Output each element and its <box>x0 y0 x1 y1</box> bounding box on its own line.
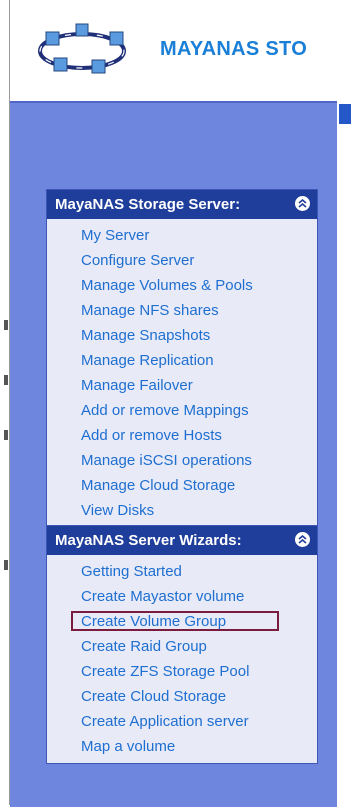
storage-server-menu-title: MayaNAS Storage Server: <box>55 196 241 213</box>
menu-item-create-application-server[interactable]: Create Application server <box>47 709 317 734</box>
edge-mark <box>4 320 8 330</box>
menu-item-map-a-volume[interactable]: Map a volume <box>47 734 317 759</box>
server-wizards-menu-list: Getting Started Create Mayastor volume C… <box>47 555 317 763</box>
menu-item-getting-started[interactable]: Getting Started <box>47 559 317 584</box>
edge-mark <box>4 430 8 440</box>
content-area-edge <box>337 101 351 805</box>
server-wizards-menu: MayaNAS Server Wizards: Getting Started … <box>46 525 318 764</box>
storage-server-menu: MayaNAS Storage Server: My Server Config… <box>46 189 318 528</box>
menu-item-manage-volumes-pools[interactable]: Manage Volumes & Pools <box>47 273 317 298</box>
menu-item-create-mayastor-volume[interactable]: Create Mayastor volume <box>47 584 317 609</box>
storage-server-menu-list: My Server Configure Server Manage Volume… <box>47 219 317 527</box>
menu-item-create-raid-group[interactable]: Create Raid Group <box>47 634 317 659</box>
menu-item-manage-snapshots[interactable]: Manage Snapshots <box>47 323 317 348</box>
server-wizards-menu-title: MayaNAS Server Wizards: <box>55 532 242 549</box>
menu-item-manage-failover[interactable]: Manage Failover <box>47 373 317 398</box>
menu-item-create-zfs-storage-pool[interactable]: Create ZFS Storage Pool <box>47 659 317 684</box>
menu-item-cloud-storage[interactable]: Manage Cloud Storage <box>47 473 317 498</box>
chevron-up-circle-icon[interactable] <box>294 531 311 548</box>
menu-item-view-disks[interactable]: View Disks <box>47 498 317 523</box>
app-header: MAYANAS STO <box>10 0 351 101</box>
menu-item-create-cloud-storage[interactable]: Create Cloud Storage <box>47 684 317 709</box>
menu-item-hosts[interactable]: Add or remove Hosts <box>47 423 317 448</box>
edge-mark <box>4 560 8 570</box>
menu-item-iscsi-operations[interactable]: Manage iSCSI operations <box>47 448 317 473</box>
menu-item-configure-server[interactable]: Configure Server <box>47 248 317 273</box>
chevron-up-circle-icon[interactable] <box>294 195 311 212</box>
left-window-edge <box>0 0 10 805</box>
menu-item-create-volume-group[interactable]: Create Volume Group <box>47 609 317 634</box>
server-wizards-menu-header[interactable]: MayaNAS Server Wizards: <box>47 526 317 555</box>
edge-mark <box>4 375 8 385</box>
content-header-bar <box>339 104 351 124</box>
menu-item-my-server[interactable]: My Server <box>47 223 317 248</box>
left-navigation-panel: MayaNAS Storage Server: My Server Config… <box>10 101 337 807</box>
network-ring-logo-icon <box>38 23 126 74</box>
menu-item-manage-nfs-shares[interactable]: Manage NFS shares <box>47 298 317 323</box>
storage-server-menu-header[interactable]: MayaNAS Storage Server: <box>47 190 317 219</box>
app-brand-title: MAYANAS STO <box>160 38 308 60</box>
menu-item-mappings[interactable]: Add or remove Mappings <box>47 398 317 423</box>
menu-item-manage-replication[interactable]: Manage Replication <box>47 348 317 373</box>
